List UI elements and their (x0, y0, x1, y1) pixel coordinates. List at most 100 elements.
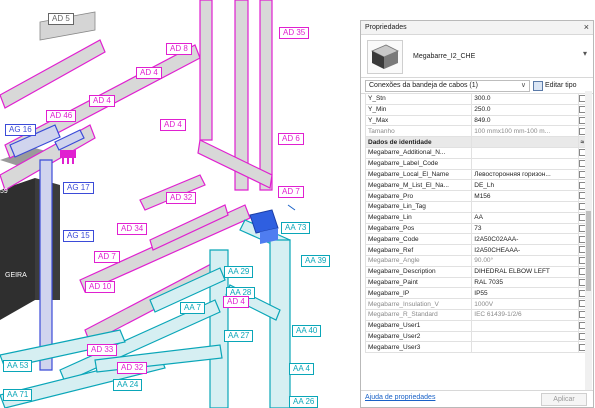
property-name: Megabarre_User1 (364, 319, 473, 332)
property-value[interactable]: M156 (471, 190, 579, 202)
tag-label[interactable]: AD 46 (46, 110, 77, 122)
tag-label[interactable]: AA 53 (3, 360, 33, 372)
property-row: Megabarre_M_List_El_Na... DE_Lh (364, 179, 588, 192)
property-value[interactable]: I2A50C02AAA- (471, 233, 579, 246)
type-name: Megabarre_I2_CHE (413, 52, 476, 60)
properties-help-link[interactable]: Ajuda de propriedades (365, 394, 435, 401)
properties-titlebar: Propriedades × (361, 21, 593, 35)
tag-label[interactable]: AA 4 (289, 363, 314, 375)
tag-label[interactable]: AA 40 (292, 325, 322, 337)
property-value: 90.00° (471, 254, 579, 267)
tag-label[interactable]: AA 24 (113, 379, 143, 391)
model-viewport[interactable] (0, 0, 340, 408)
property-row: Megabarre_Code I2A50C02AAA- (364, 233, 588, 246)
property-row: Y_Max 849.0 (364, 114, 588, 127)
edit-type-button[interactable]: Editar tipo (533, 80, 577, 91)
property-row: Megabarre_User2 (364, 330, 588, 343)
property-name: Megabarre_M_List_El_Na... (364, 179, 473, 192)
tag-label[interactable]: AD 33 (87, 344, 118, 356)
property-row: Megabarre_IP IP55 (364, 287, 588, 300)
property-value[interactable]: 300.0 (471, 93, 579, 105)
property-value[interactable]: 250.0 (471, 103, 579, 116)
tag-label[interactable]: AA 29 (224, 266, 254, 278)
tag-label[interactable]: AA 7 (180, 302, 205, 314)
tag-label[interactable]: AD 32 (166, 192, 197, 204)
equipment-label: GEIRA (5, 272, 27, 279)
panel-title: Propriedades (365, 24, 407, 31)
tag-label[interactable]: AD 8 (166, 43, 192, 55)
property-value[interactable]: Левосторонняя горизон... (471, 168, 579, 181)
filter-row: Conexões da bandeja de cabos (1) ∨ Edita… (361, 78, 593, 94)
property-name: Y_Max (364, 114, 473, 127)
apply-button[interactable]: Aplicar (541, 393, 587, 406)
property-value[interactable]: I2A50CHEAAA- (471, 244, 579, 256)
tag-label[interactable]: AA 26 (289, 396, 319, 408)
tag-label[interactable]: AD 4 (160, 119, 186, 131)
group-header-row[interactable]: Dados de identidade ≈ (364, 136, 588, 148)
property-value[interactable] (471, 341, 579, 354)
tag-label[interactable]: AD 4 (136, 67, 162, 79)
tag-label[interactable]: AA 73 (281, 222, 311, 234)
property-name: Megabarre_R_Standard (364, 308, 473, 321)
property-value[interactable] (471, 146, 579, 159)
close-icon[interactable]: × (584, 21, 589, 34)
property-row: Megabarre_Lin_Tag (364, 200, 588, 213)
property-name: Y_Stn (364, 93, 473, 105)
tag-label[interactable]: AD 10 (85, 281, 116, 293)
busbar-3d-model[interactable] (0, 0, 340, 408)
property-name: Megabarre_Pos (364, 222, 473, 235)
property-row: Megabarre_Ref I2A50CHEAAA- (364, 244, 588, 256)
property-name: Y_Min (364, 103, 473, 116)
properties-panel: Propriedades × Megabarre_I2_CHE ▾ Conexõ… (360, 20, 594, 408)
property-name: Megabarre_Lin (364, 211, 473, 224)
tag-label[interactable]: AG 16 (5, 124, 36, 136)
tag-label[interactable]: AD 32 (117, 362, 148, 374)
property-value[interactable]: AA (471, 211, 579, 224)
property-value[interactable]: DIHEDRAL ELBOW LEFT (471, 265, 579, 278)
tag-label[interactable]: AD 7 (278, 186, 304, 198)
tag-label[interactable]: AG 15 (63, 230, 94, 242)
tag-label[interactable]: AD 6 (278, 133, 304, 145)
property-row: Megabarre_Pro M156 (364, 190, 588, 202)
edit-type-label: Editar tipo (545, 82, 577, 89)
property-name: Megabarre_Description (364, 265, 473, 278)
instance-filter-select[interactable]: Conexões da bandeja de cabos (1) ∨ (365, 80, 530, 92)
property-value[interactable]: IP55 (471, 287, 579, 300)
type-preview-icon (367, 40, 403, 74)
property-name: Dados de identidade (364, 136, 473, 148)
property-row: Megabarre_Paint RAL 7035 (364, 276, 588, 289)
property-name: Megabarre_Label_Code (364, 157, 473, 170)
property-value[interactable]: DE_Lh (471, 179, 579, 192)
tag-label[interactable]: AD 34 (117, 223, 148, 235)
scrollbar-thumb[interactable] (586, 211, 591, 291)
chevron-down-icon[interactable]: ▾ (583, 49, 587, 58)
edit-type-icon (533, 80, 543, 91)
property-row: Megabarre_Lin AA (364, 211, 588, 224)
tag-label[interactable]: AD 35 (279, 27, 310, 39)
property-value[interactable] (471, 157, 579, 170)
property-value[interactable] (471, 330, 579, 343)
property-name: Megabarre_Angle (364, 254, 473, 267)
property-row: Megabarre_User1 (364, 319, 588, 332)
tag-label[interactable]: AD 4 (223, 296, 249, 308)
tag-label[interactable]: AD 7 (94, 251, 120, 263)
tag-label[interactable]: AA 27 (224, 330, 254, 342)
tag-label[interactable]: AA 71 (3, 389, 33, 401)
property-value[interactable]: 73 (471, 222, 579, 235)
tag-label[interactable]: AD 5 (48, 13, 74, 25)
tag-label[interactable]: AD 4 (89, 95, 115, 107)
properties-footer: Ajuda de propriedades Aplicar (361, 390, 593, 407)
property-value[interactable]: RAL 7035 (471, 276, 579, 289)
property-name: Tamanho (364, 125, 473, 138)
property-value[interactable] (471, 200, 579, 213)
equipment-label: PR-4-1 (0, 337, 23, 344)
properties-scrollbar[interactable] (585, 91, 592, 391)
property-row: Megabarre_Description DIHEDRAL ELBOW LEFT (364, 265, 588, 278)
tag-label[interactable]: AG 17 (63, 182, 94, 194)
property-row: Megabarre_Additional_N... (364, 146, 588, 159)
tag-label[interactable]: AA 39 (301, 255, 331, 267)
type-selector[interactable]: Megabarre_I2_CHE ▾ (361, 35, 593, 78)
property-row: Megabarre_R_Standard IEC 61439-1/2/6 (364, 308, 588, 321)
property-value[interactable] (471, 319, 579, 332)
property-value[interactable]: 849.0 (471, 114, 579, 127)
